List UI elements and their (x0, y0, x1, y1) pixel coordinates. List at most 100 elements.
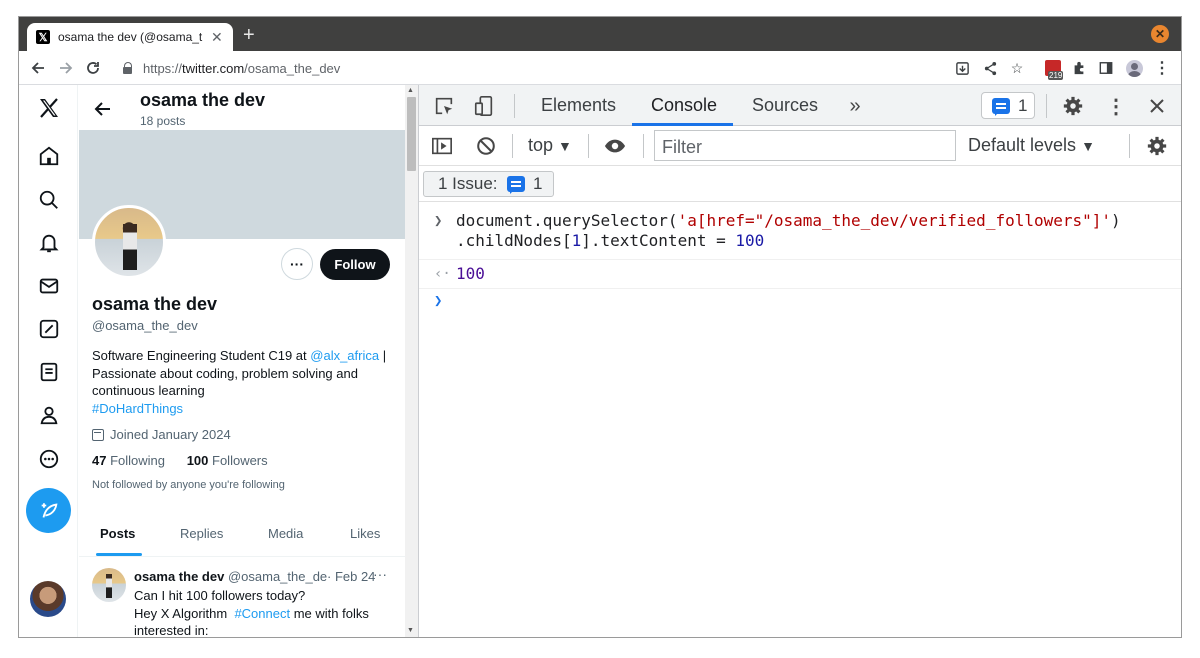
tweet-more-icon[interactable]: ··· (373, 566, 387, 582)
calendar-icon (92, 428, 104, 441)
home-icon[interactable] (36, 143, 62, 169)
issue-chat-icon (992, 97, 1010, 116)
joined-date: Joined January 2024 (92, 427, 231, 442)
address-bar[interactable]: https://twitter.com/osama_the_dev (115, 55, 965, 81)
scrollbar-thumb[interactable] (407, 97, 416, 171)
devtools-menu-icon[interactable]: ⋮ (1104, 94, 1128, 118)
console-prompt[interactable]: ❯ (419, 291, 1181, 313)
issues-chat-icon (507, 176, 525, 194)
new-tab-icon[interactable]: + (243, 25, 255, 45)
connect-hashtag-link[interactable]: #Connect (234, 606, 290, 621)
extension-calendar-icon[interactable]: 219 (1044, 59, 1064, 80)
browser-menu-icon[interactable]: ⋮ (1153, 59, 1171, 77)
twitter-page: osama the dev 18 posts ··· Follow osama … (19, 85, 418, 637)
x-logo-icon[interactable] (36, 95, 62, 121)
devtools-tabbar: Elements Console Sources » 1 ⋮ (419, 85, 1181, 126)
back-icon[interactable] (27, 57, 49, 79)
clear-console-icon[interactable] (474, 134, 498, 158)
result-arrow-icon: ‹· (434, 266, 451, 282)
tab-strip: 𝕏 osama the dev (@osama_the ✕ + ✕ (19, 17, 1181, 51)
window-close-icon[interactable]: ✕ (1151, 25, 1169, 43)
context-dropdown-icon: ▼ (558, 138, 572, 154)
browser-toolbar: https://twitter.com/osama_the_dev ☆ 219 … (19, 51, 1181, 85)
tab-title: osama the dev (@osama_the (58, 30, 203, 44)
more-circle-icon[interactable] (36, 446, 62, 472)
devtools-panel: Elements Console Sources » 1 ⋮ top ▼ Fil… (418, 85, 1181, 637)
profile-icon[interactable] (1125, 59, 1143, 77)
following-link[interactable]: 47 Following (92, 453, 165, 468)
header-post-count: 18 posts (140, 114, 186, 128)
issues-bar: 1 Issue: 1 (419, 166, 1181, 202)
follow-button[interactable]: Follow (320, 249, 390, 280)
device-toolbar-icon[interactable] (472, 94, 496, 118)
compose-post-button[interactable] (26, 488, 71, 533)
browser-window: 𝕏 osama the dev (@osama_the ✕ + ✕ https:… (19, 17, 1181, 637)
command-line-1: document.querySelector('a[href="/osama_t… (456, 211, 1121, 230)
share-icon[interactable] (981, 59, 999, 77)
tab-media[interactable]: Media (268, 526, 303, 541)
tab-sources[interactable]: Sources (752, 95, 818, 116)
log-levels-dropdown[interactable]: Default levels ▼ (968, 135, 1095, 156)
forward-icon[interactable] (55, 57, 77, 79)
issues-button[interactable]: 1 Issue: 1 (423, 171, 554, 197)
extensions-puzzle-icon[interactable] (1070, 59, 1088, 77)
url-text: https://twitter.com/osama_the_dev (143, 60, 341, 76)
inspect-element-icon[interactable] (432, 94, 456, 118)
scroll-down-icon[interactable]: ▼ (407, 627, 414, 634)
tweet-text: Can I hit 100 followers today? Hey X Alg… (134, 588, 369, 637)
console-filter-input[interactable]: Filter (654, 130, 956, 161)
lists-icon[interactable] (36, 359, 62, 385)
show-sidebar-icon[interactable] (430, 134, 454, 158)
profile-column: osama the dev 18 posts ··· Follow osama … (79, 85, 405, 637)
profile-person-icon[interactable] (36, 402, 62, 428)
more-tabs-chevron-icon[interactable]: » (843, 94, 867, 118)
tab-replies[interactable]: Replies (180, 526, 223, 541)
profile-name: osama the dev (92, 294, 218, 314)
reload-icon[interactable] (82, 57, 104, 79)
tab-posts[interactable]: Posts (100, 526, 135, 541)
input-prompt-icon: ❯ (434, 213, 443, 229)
tab-elements[interactable]: Elements (541, 95, 616, 116)
header-name: osama the dev (140, 90, 266, 110)
active-prompt-icon: ❯ (434, 293, 443, 309)
console-settings-gear-icon[interactable] (1145, 134, 1169, 158)
profile-handle: @osama_the_dev (92, 318, 198, 333)
profile-avatar[interactable] (92, 205, 166, 279)
back-arrow-icon[interactable] (93, 99, 113, 119)
followers-link[interactable]: 100 Followers (187, 453, 268, 468)
close-devtools-icon[interactable] (1145, 94, 1169, 118)
profile-tabs: Posts Replies Media Likes (79, 515, 405, 557)
tweet-avatar[interactable] (92, 568, 126, 602)
notifications-bell-icon[interactable] (36, 230, 62, 256)
left-nav (19, 85, 78, 637)
live-expression-eye-icon[interactable] (603, 134, 627, 158)
hashtag-link[interactable]: #DoHardThings (92, 401, 183, 416)
profile-bio: Software Engineering Student C19 at @alx… (92, 348, 387, 416)
follow-counts: 47 Following 100 Followers (92, 453, 268, 468)
page-scrollbar[interactable]: ▲ ▼ (405, 85, 418, 637)
active-tab-indicator (96, 553, 142, 556)
grok-icon[interactable] (36, 316, 62, 342)
settings-gear-icon[interactable] (1061, 94, 1085, 118)
browser-tab[interactable]: 𝕏 osama the dev (@osama_the ✕ (27, 23, 233, 51)
messages-envelope-icon[interactable] (36, 273, 62, 299)
context-selector[interactable]: top ▼ (528, 135, 572, 156)
tab-likes[interactable]: Likes (350, 526, 380, 541)
bookmark-star-icon[interactable]: ☆ (1008, 59, 1026, 77)
issues-counter-button[interactable]: 1 (981, 92, 1035, 119)
install-icon[interactable] (953, 59, 971, 77)
levels-dropdown-icon: ▼ (1081, 138, 1095, 154)
tab-close-icon[interactable]: ✕ (211, 29, 223, 46)
account-avatar[interactable] (30, 581, 66, 617)
tweet-date[interactable]: · Feb 24 (327, 569, 375, 584)
not-followed-note: Not followed by anyone you're following (92, 479, 285, 491)
side-panel-icon[interactable] (1097, 59, 1115, 77)
console-toolbar: top ▼ Filter Default levels ▼ (419, 126, 1181, 166)
scroll-up-icon[interactable]: ▲ (407, 87, 414, 94)
explore-search-icon[interactable] (36, 187, 62, 213)
tab-console[interactable]: Console (651, 95, 717, 116)
result-value: 100 (456, 264, 485, 283)
more-options-button[interactable]: ··· (281, 248, 313, 280)
mention-link[interactable]: @alx_africa (310, 348, 379, 363)
x-favicon-icon: 𝕏 (36, 30, 50, 44)
